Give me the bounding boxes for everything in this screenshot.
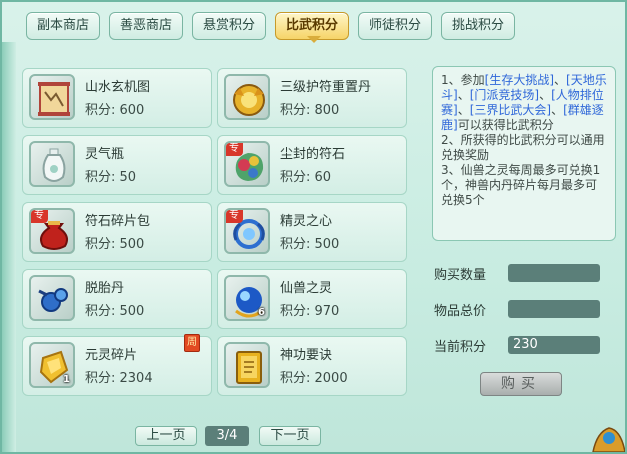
- shop-item[interactable]: 灵气瓶 积分: 50: [22, 135, 212, 195]
- event-link-sect-arena[interactable]: [门派竞技场]: [470, 88, 539, 102]
- exclusive-badge: 专: [226, 210, 243, 223]
- buy-button[interactable]: 购买: [480, 372, 562, 396]
- item-cost: 积分: 2000: [280, 371, 348, 386]
- info-separator: 、: [457, 103, 470, 117]
- current-points-field: 230: [508, 336, 600, 354]
- blue-pill-icon: [29, 275, 75, 321]
- points-info-panel: 1、参加[生存大挑战]、[天地乐斗]、[门派竞技场]、[人物排位赛]、[三界比武…: [432, 66, 616, 241]
- item-cost: 积分: 500: [280, 237, 340, 252]
- item-quantity: 6: [258, 307, 265, 318]
- exclusive-badge: 专: [31, 210, 48, 223]
- item-name: 精灵之心: [280, 214, 333, 229]
- next-page-button[interactable]: 下一页: [259, 426, 321, 446]
- current-points-label: 当前积分: [434, 340, 487, 355]
- info-separator: 、: [539, 88, 552, 102]
- active-tab-pointer: [307, 36, 321, 43]
- spirit-heart-icon: 专: [224, 208, 270, 254]
- weekly-limit-badge: 周: [184, 334, 200, 352]
- quantity-field[interactable]: [508, 264, 600, 282]
- item-cost: 积分: 60: [280, 170, 332, 185]
- item-cost: 积分: 970: [280, 304, 340, 319]
- shop-item[interactable]: 专 符石碎片包 积分: 500: [22, 202, 212, 262]
- shop-item[interactable]: 6 仙兽之灵 积分: 970: [217, 269, 407, 329]
- window-left-rim: [2, 42, 16, 452]
- item-cost: 积分: 500: [85, 237, 145, 252]
- shop-item[interactable]: 脱胎丹 积分: 500: [22, 269, 212, 329]
- item-name: 符石碎片包: [85, 214, 151, 229]
- vase-icon: [29, 141, 75, 187]
- rune-stone-icon: 专: [224, 141, 270, 187]
- item-name: 尘封的符石: [280, 147, 346, 162]
- event-link-survival[interactable]: [生存大挑战]: [485, 73, 554, 87]
- total-price-field: [508, 300, 600, 318]
- total-price-label: 物品总价: [434, 304, 487, 319]
- event-link-tournament[interactable]: [三界比武大会]: [470, 103, 551, 117]
- info-line1-prefix: 1、参加: [441, 73, 485, 87]
- corner-ornament-icon: [592, 427, 625, 452]
- shop-item[interactable]: 专 尘封的符石 积分: 60: [217, 135, 407, 195]
- tab-challenge-points[interactable]: 挑战积分: [441, 12, 515, 40]
- item-cost: 积分: 800: [280, 103, 340, 118]
- item-name: 脱胎丹: [85, 281, 125, 296]
- tab-mentor-points[interactable]: 师徒积分: [358, 12, 432, 40]
- page-indicator: 3/4: [205, 426, 249, 446]
- item-name: 元灵碎片: [85, 348, 138, 363]
- shop-item[interactable]: 山水玄机图 积分: 600: [22, 68, 212, 128]
- item-cost: 积分: 2304: [85, 371, 153, 386]
- item-cost: 积分: 600: [85, 103, 145, 118]
- gold-book-icon: [224, 342, 270, 388]
- tab-bounty-points[interactable]: 悬赏积分: [192, 12, 266, 40]
- info-line1-suffix: 可以获得比武积分: [457, 118, 554, 132]
- info-line3: 3、仙兽之灵每周最多可兑换1个，神兽内丹碎片每月最多可兑换5个: [441, 163, 601, 207]
- info-separator: 、: [551, 103, 564, 117]
- shop-window: 副本商店 善恶商店 悬赏积分 比武积分 师徒积分 挑战积分 山水玄机图 积分: …: [0, 0, 627, 454]
- shop-item[interactable]: 神功要诀 积分: 2000: [217, 336, 407, 396]
- item-cost: 积分: 500: [85, 304, 145, 319]
- item-quantity: 1: [63, 374, 70, 385]
- shop-item[interactable]: 三级护符重置丹 积分: 800: [217, 68, 407, 128]
- scroll-map-icon: [29, 74, 75, 120]
- exclusive-badge: 专: [226, 143, 243, 156]
- tab-karma-shop[interactable]: 善恶商店: [109, 12, 183, 40]
- tab-dungeon-shop[interactable]: 副本商店: [26, 12, 100, 40]
- info-separator: 、: [457, 88, 470, 102]
- item-name: 神功要诀: [280, 348, 333, 363]
- item-name: 山水玄机图: [85, 80, 151, 95]
- item-cost: 积分: 50: [85, 170, 137, 185]
- prev-page-button[interactable]: 上一页: [135, 426, 197, 446]
- golden-pill-icon: [224, 74, 270, 120]
- blue-orb-icon: 6: [224, 275, 270, 321]
- gold-shard-icon: 1: [29, 342, 75, 388]
- info-line2: 2、所获得的比武积分可以通用兑换奖励: [441, 133, 605, 162]
- red-pouch-icon: 专: [29, 208, 75, 254]
- item-name: 灵气瓶: [85, 147, 125, 162]
- info-separator: 、: [554, 73, 567, 87]
- item-name: 仙兽之灵: [280, 281, 333, 296]
- shop-item[interactable]: 专 精灵之心 积分: 500: [217, 202, 407, 262]
- quantity-label: 购买数量: [434, 268, 487, 283]
- item-name: 三级护符重置丹: [280, 80, 372, 95]
